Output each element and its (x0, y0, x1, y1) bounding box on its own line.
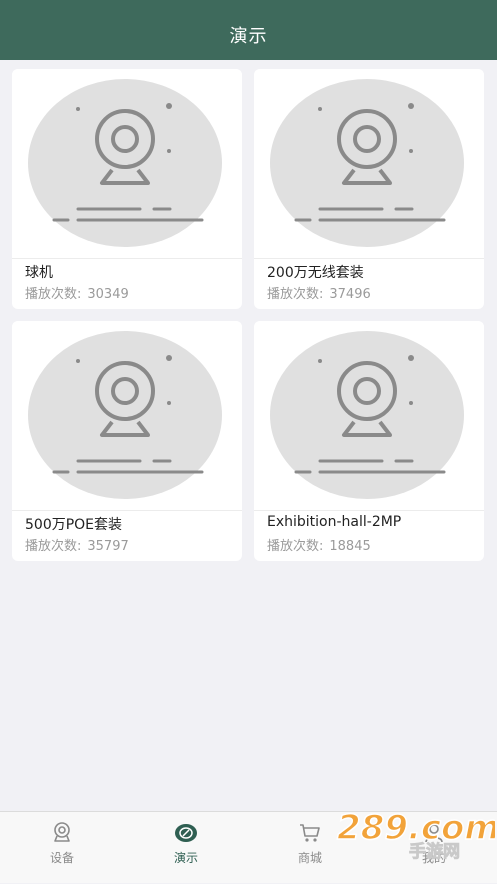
camera-icon (54, 822, 70, 842)
play-count-value: 30349 (87, 287, 129, 302)
camera-placeholder-image (12, 69, 242, 257)
device-name: 500万POE套装 (25, 517, 123, 533)
device-card-0[interactable]: 球机 播放次数: 30349 (12, 69, 242, 309)
play-count-value: 37496 (329, 287, 371, 302)
card-divider (254, 510, 484, 511)
device-name: Exhibition-hall-2MP (267, 514, 402, 530)
play-count: 播放次数: 35797 (25, 535, 129, 554)
tab-devices[interactable]: 设备 (0, 812, 124, 884)
card-divider (12, 258, 242, 259)
camera-placeholder-image (12, 321, 242, 509)
play-count-value: 35797 (87, 539, 129, 554)
site-watermark: 289.com 手游网 (335, 803, 497, 865)
device-card-1[interactable]: 200万无线套装 播放次数: 37496 (254, 69, 484, 309)
tab-label: 商城 (297, 851, 322, 865)
play-count-label: 播放次数: (25, 287, 82, 302)
camera-placeholder-image (254, 69, 484, 257)
device-card-3[interactable]: Exhibition-hall-2MP 播放次数: 18845 (254, 321, 484, 561)
tab-label: 演示 (173, 851, 198, 865)
card-divider (12, 510, 242, 511)
play-count-label: 播放次数: (267, 539, 324, 554)
play-icon (175, 824, 197, 842)
play-count: 播放次数: 37496 (267, 283, 371, 302)
tab-label: 设备 (49, 851, 74, 865)
play-count-label: 播放次数: (25, 539, 82, 554)
card-divider (254, 258, 484, 259)
watermark-sub: 手游网 (409, 841, 460, 862)
play-count: 播放次数: 30349 (25, 283, 129, 302)
tab-demo[interactable]: 演示 (124, 812, 248, 884)
cart-icon (300, 824, 320, 842)
camera-placeholder-image (254, 321, 484, 509)
device-name: 球机 (25, 265, 53, 281)
play-count: 播放次数: 18845 (267, 535, 371, 554)
device-card-2[interactable]: 500万POE套装 播放次数: 35797 (12, 321, 242, 561)
play-count-label: 播放次数: (267, 287, 324, 302)
top-bar: 演示 (0, 0, 497, 60)
device-name: 200万无线套装 (267, 265, 364, 281)
play-count-value: 18845 (329, 539, 371, 554)
page-title: 演示 (229, 26, 268, 47)
